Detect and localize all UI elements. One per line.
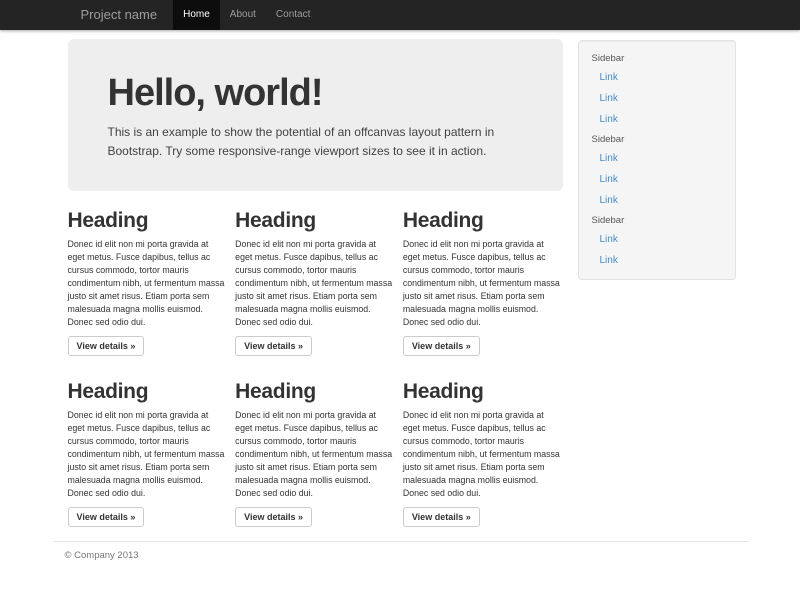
cards-row-1: Heading Donec id elit non mi porta gravi… xyxy=(68,191,563,356)
card-body-text: Donec id elit non mi porta gravida at eg… xyxy=(403,238,563,329)
content-card: Heading Donec id elit non mi porta gravi… xyxy=(403,191,563,356)
view-details-button[interactable]: View details » xyxy=(68,507,145,527)
brand-link[interactable]: Project name xyxy=(81,0,174,30)
view-details-button[interactable]: View details » xyxy=(68,336,145,356)
view-details-button[interactable]: View details » xyxy=(235,336,312,356)
sidebar-link[interactable]: Link xyxy=(579,169,735,190)
jumbotron-text: This is an example to show the potential… xyxy=(108,123,523,161)
sidebar-item: Link xyxy=(579,148,735,169)
card-body-text: Donec id elit non mi porta gravida at eg… xyxy=(235,409,395,500)
content-card: Heading Donec id elit non mi porta gravi… xyxy=(235,191,395,356)
main-row: Hello, world! This is an example to show… xyxy=(53,39,748,527)
nav-link-about[interactable]: About xyxy=(220,0,266,30)
page-title: Hello, world! xyxy=(108,73,523,114)
sidebar-link[interactable]: Link xyxy=(579,67,735,88)
sidebar-item: Link xyxy=(579,169,735,190)
nav-link-contact[interactable]: Contact xyxy=(266,0,320,30)
nav-menu: Home About Contact xyxy=(173,0,320,30)
sidebar-item: Link xyxy=(579,67,735,88)
page-container: Hello, world! This is an example to show… xyxy=(53,39,748,561)
sidebar-item: Link xyxy=(579,250,735,271)
jumbotron: Hello, world! This is an example to show… xyxy=(68,39,563,191)
sidebar-link[interactable]: Link xyxy=(579,148,735,169)
card-heading: Heading xyxy=(235,209,395,232)
navbar: Project name Home About Contact xyxy=(0,0,800,30)
card-heading: Heading xyxy=(68,209,228,232)
sidebar-group-header: Sidebar xyxy=(579,49,735,67)
nav-item-contact[interactable]: Contact xyxy=(266,0,320,30)
navbar-inner: Project name Home About Contact xyxy=(53,0,748,30)
footer: © Company 2013 xyxy=(53,550,748,561)
content-card: Heading Donec id elit non mi porta gravi… xyxy=(403,362,563,527)
sidebar-column: Sidebar Link Link Link Sidebar Link Link… xyxy=(572,39,748,527)
view-details-button[interactable]: View details » xyxy=(403,507,480,527)
card-heading: Heading xyxy=(403,380,563,403)
sidebar-link[interactable]: Link xyxy=(579,88,735,109)
sidebar-group-header: Sidebar xyxy=(579,130,735,148)
sidebar-item: Link xyxy=(579,109,735,130)
view-details-button[interactable]: View details » xyxy=(403,336,480,356)
sidebar-link[interactable]: Link xyxy=(579,250,735,271)
sidebar-link[interactable]: Link xyxy=(579,229,735,250)
sidebar-link[interactable]: Link xyxy=(579,190,735,211)
card-heading: Heading xyxy=(235,380,395,403)
nav-link-home[interactable]: Home xyxy=(173,0,220,30)
copyright-text: © Company 2013 xyxy=(53,550,748,561)
sidebar-item: Link xyxy=(579,229,735,250)
card-heading: Heading xyxy=(68,380,228,403)
sidebar-item: Link xyxy=(579,190,735,211)
view-details-button[interactable]: View details » xyxy=(235,507,312,527)
content-card: Heading Donec id elit non mi porta gravi… xyxy=(68,362,228,527)
card-body-text: Donec id elit non mi porta gravida at eg… xyxy=(68,409,228,500)
sidebar-item: Link xyxy=(579,88,735,109)
cards-row-2: Heading Donec id elit non mi porta gravi… xyxy=(68,362,563,527)
nav-item-about[interactable]: About xyxy=(220,0,266,30)
main-column: Hello, world! This is an example to show… xyxy=(53,39,572,527)
nav-item-home[interactable]: Home xyxy=(173,0,220,30)
card-body-text: Donec id elit non mi porta gravida at eg… xyxy=(403,409,563,500)
sidebar-link[interactable]: Link xyxy=(579,109,735,130)
footer-divider xyxy=(53,541,748,542)
card-body-text: Donec id elit non mi porta gravida at eg… xyxy=(68,238,228,329)
card-body-text: Donec id elit non mi porta gravida at eg… xyxy=(235,238,395,329)
content-card: Heading Donec id elit non mi porta gravi… xyxy=(235,362,395,527)
content-card: Heading Donec id elit non mi porta gravi… xyxy=(68,191,228,356)
sidebar-group-header: Sidebar xyxy=(579,211,735,229)
sidebar-nav: Sidebar Link Link Link Sidebar Link Link… xyxy=(579,49,735,271)
sidebar: Sidebar Link Link Link Sidebar Link Link… xyxy=(578,40,736,280)
card-heading: Heading xyxy=(403,209,563,232)
